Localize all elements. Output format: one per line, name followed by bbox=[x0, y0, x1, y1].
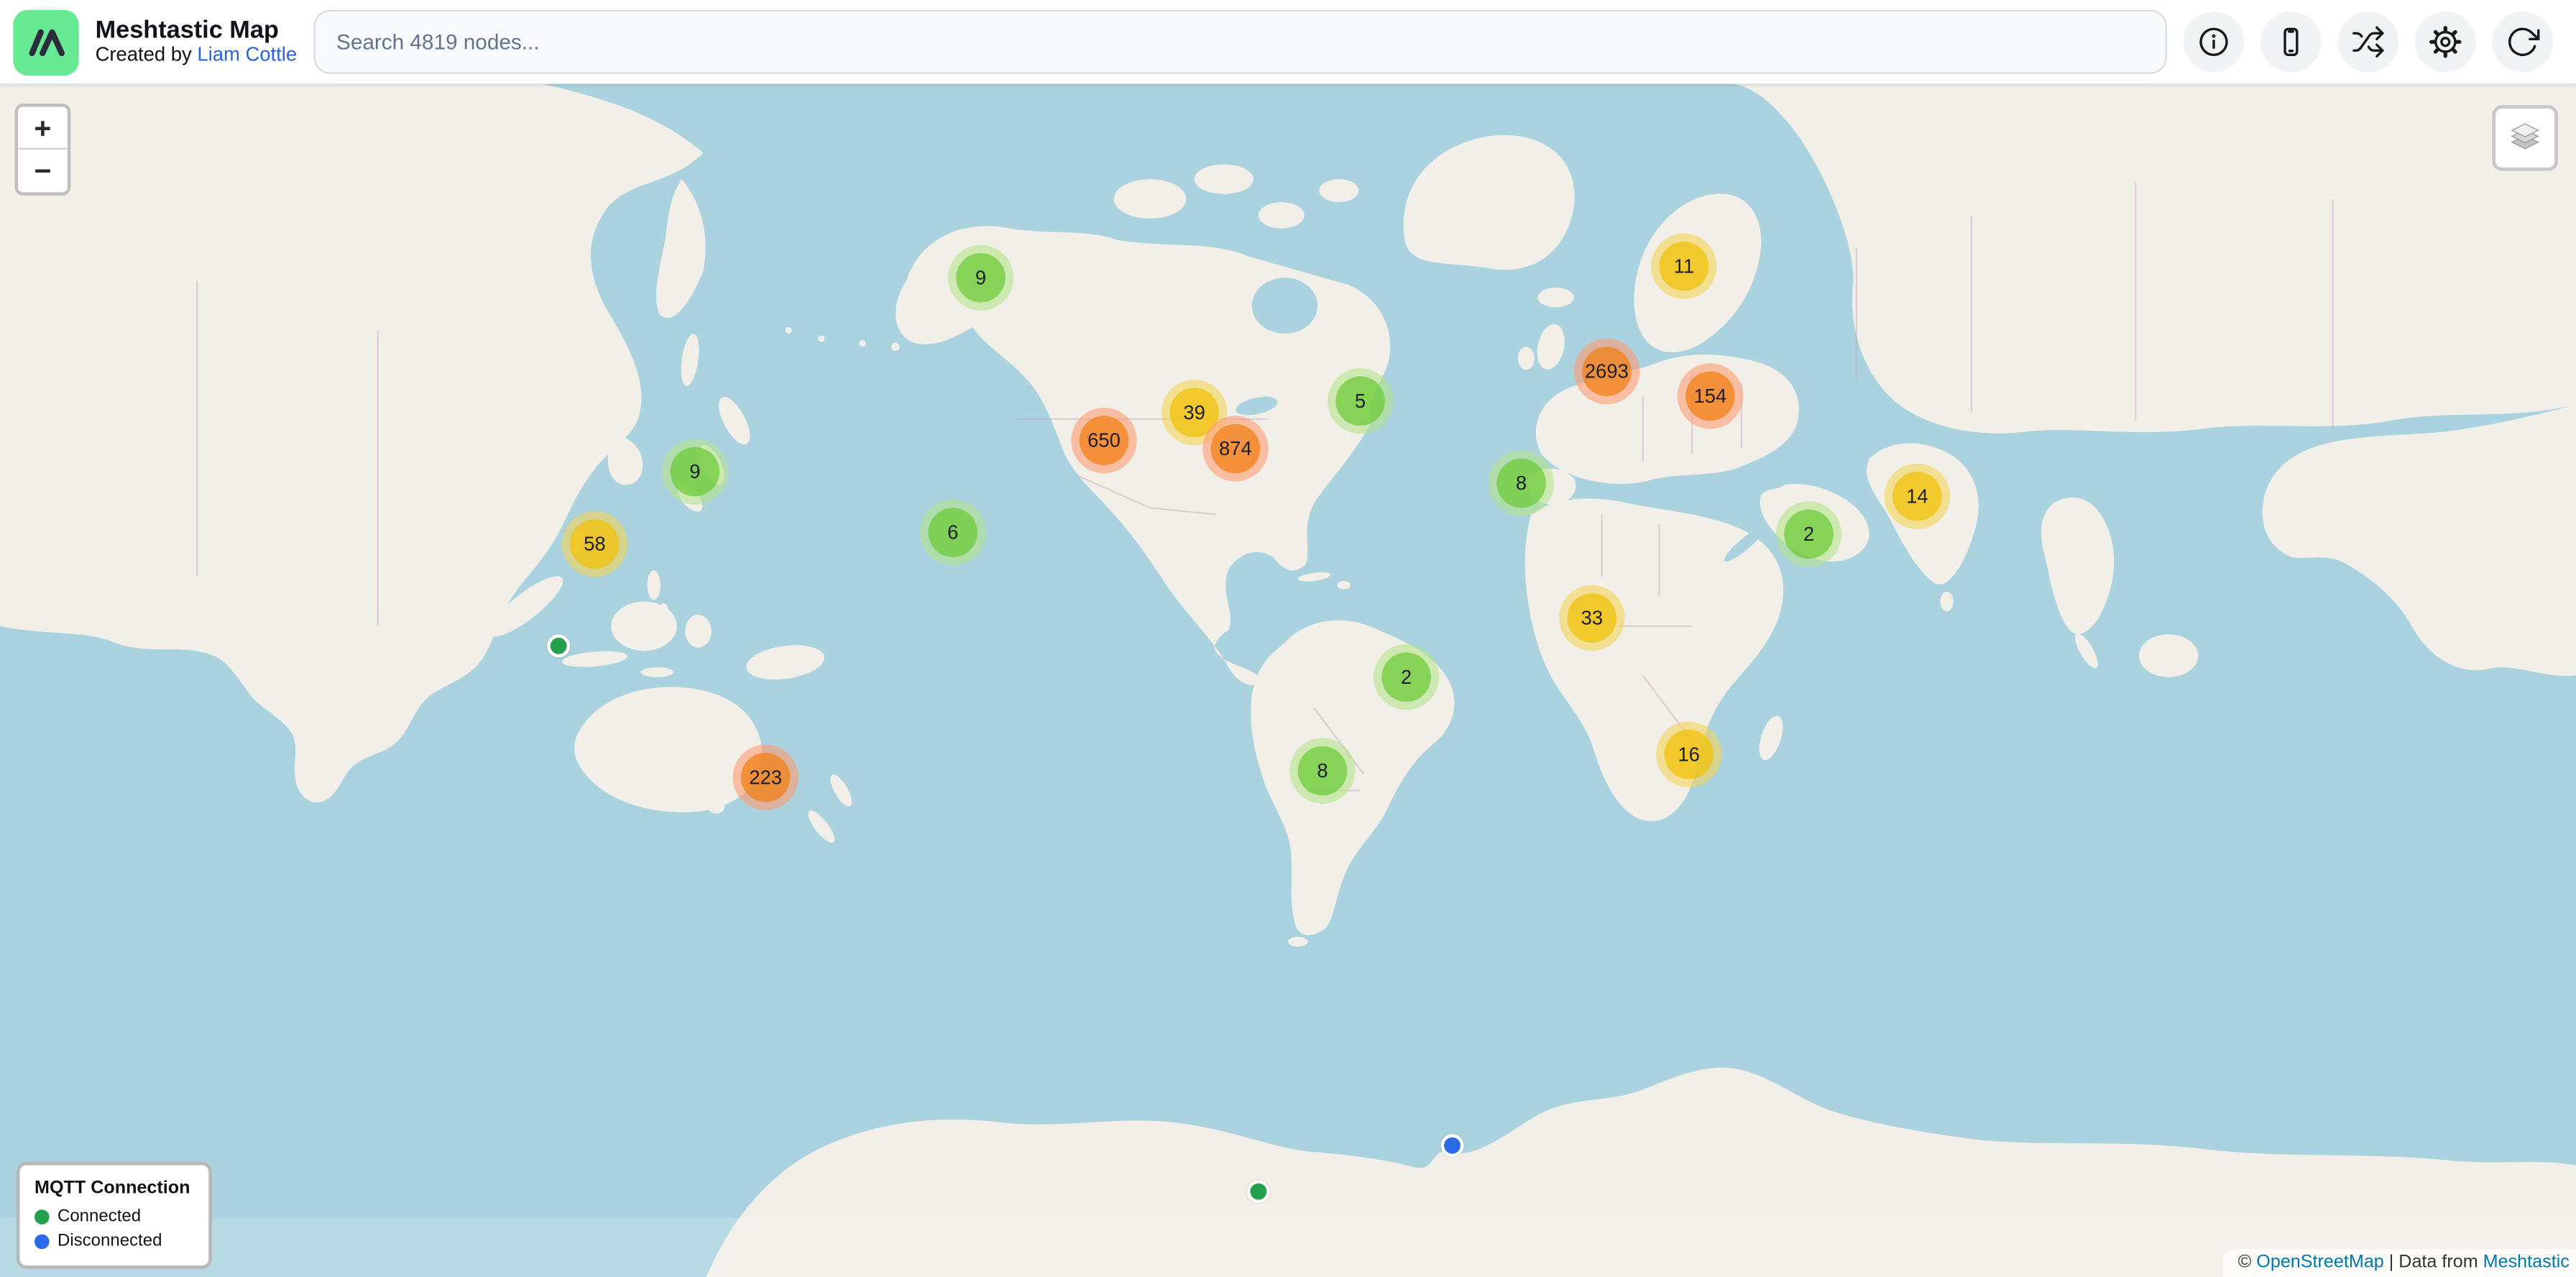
meshtastic-map-app: 9 39 650 874 5 9 58 6 2 8 223 11 2693 154 8 2 33 16 14 + −… bbox=[0, 0, 2576, 1277]
cluster-marker[interactable]: 5 bbox=[1328, 368, 1393, 434]
meshtastic-logo[interactable] bbox=[13, 9, 78, 75]
cluster-marker[interactable]: 6 bbox=[920, 500, 985, 565]
cluster-count: 2 bbox=[1401, 666, 1412, 689]
cluster-count: 6 bbox=[947, 521, 958, 544]
cluster-circle: 223 bbox=[741, 753, 791, 802]
cluster-circle: 9 bbox=[671, 447, 720, 497]
cluster-circle: 33 bbox=[1568, 593, 1617, 643]
node-marker-disconnected[interactable] bbox=[1441, 1134, 1464, 1157]
info-icon bbox=[2196, 24, 2231, 59]
cluster-circle: 874 bbox=[1211, 424, 1261, 474]
cluster-marker[interactable]: 14 bbox=[1885, 464, 1950, 529]
app-title: Meshtastic Map bbox=[96, 17, 298, 45]
app-stage: 9 39 650 874 5 9 58 6 2 8 223 11 2693 154 8 2 33 16 14 + −… bbox=[0, 0, 2576, 1277]
search-input[interactable] bbox=[313, 10, 2167, 74]
legend-item: Connected bbox=[34, 1207, 190, 1226]
cluster-circle: 14 bbox=[1892, 472, 1942, 521]
cluster-count: 154 bbox=[1694, 385, 1727, 408]
subtitle-prefix: Created by bbox=[96, 43, 198, 66]
zoom-control: + − bbox=[15, 104, 71, 196]
cluster-circle: 2 bbox=[1381, 652, 1431, 702]
cluster-count: 16 bbox=[1678, 743, 1700, 766]
legend-dot bbox=[34, 1233, 50, 1248]
meshtastic-logo-icon bbox=[18, 14, 74, 70]
refresh-button[interactable] bbox=[2492, 12, 2553, 73]
legend-label: Disconnected bbox=[58, 1231, 162, 1250]
app-subtitle: Created by Liam Cottle bbox=[96, 45, 298, 68]
attribution-middle: | Data from bbox=[2384, 1253, 2483, 1272]
cluster-marker[interactable]: 650 bbox=[1071, 408, 1136, 473]
shuffle-button[interactable] bbox=[2338, 12, 2399, 73]
zoom-out-button[interactable]: − bbox=[18, 150, 68, 192]
cluster-count: 5 bbox=[1355, 390, 1366, 413]
cluster-marker[interactable]: 11 bbox=[1651, 234, 1716, 299]
cluster-marker[interactable]: 223 bbox=[732, 744, 798, 810]
meshtastic-link[interactable]: Meshtastic bbox=[2483, 1253, 2570, 1272]
cluster-count: 2 bbox=[1803, 523, 1814, 546]
cluster-circle: 8 bbox=[1298, 746, 1348, 796]
smartphone-icon bbox=[2273, 24, 2308, 59]
cluster-count: 58 bbox=[584, 533, 606, 556]
openstreetmap-link[interactable]: OpenStreetMap bbox=[2256, 1253, 2384, 1272]
layers-control[interactable] bbox=[2492, 105, 2557, 170]
cluster-count: 9 bbox=[689, 460, 700, 483]
layers-icon bbox=[2503, 116, 2546, 159]
cluster-marker[interactable]: 8 bbox=[1289, 738, 1355, 803]
node-marker-connected[interactable] bbox=[547, 634, 570, 657]
settings-button[interactable] bbox=[2415, 12, 2476, 73]
zoom-in-button[interactable]: + bbox=[18, 107, 68, 150]
liam-cottle-link[interactable]: Liam Cottle bbox=[197, 43, 297, 66]
cluster-count: 2693 bbox=[1585, 360, 1629, 383]
cluster-count: 33 bbox=[1581, 606, 1604, 629]
cluster-circle: 11 bbox=[1660, 242, 1709, 291]
cluster-circle: 5 bbox=[1335, 376, 1385, 426]
cluster-count: 11 bbox=[1674, 255, 1695, 278]
mqtt-legend-items: Connected Disconnected bbox=[34, 1207, 190, 1251]
cluster-count: 9 bbox=[975, 266, 986, 289]
mqtt-legend-title: MQTT Connection bbox=[34, 1178, 190, 1198]
cluster-marker[interactable]: 16 bbox=[1656, 721, 1721, 787]
attribution-copyright: © bbox=[2238, 1253, 2257, 1272]
markers-layer: 9 39 650 874 5 9 58 6 2 8 223 11 2693 154 8 2 33 16 14 bbox=[0, 0, 2576, 1277]
cluster-circle: 650 bbox=[1080, 416, 1129, 465]
cluster-marker[interactable]: 2693 bbox=[1574, 339, 1639, 404]
gear-icon bbox=[2428, 24, 2462, 59]
cluster-count: 14 bbox=[1906, 485, 1928, 508]
cluster-count: 650 bbox=[1087, 429, 1121, 452]
mqtt-legend: MQTT Connection Connected Disconnected bbox=[17, 1162, 211, 1269]
cluster-circle: 2693 bbox=[1582, 347, 1632, 396]
legend-dot bbox=[34, 1209, 50, 1224]
cluster-circle: 2 bbox=[1784, 510, 1834, 559]
cluster-count: 223 bbox=[749, 766, 782, 789]
title-block: Meshtastic Map Created by Liam Cottle bbox=[96, 17, 298, 68]
legend-item: Disconnected bbox=[34, 1231, 190, 1250]
cluster-marker[interactable]: 58 bbox=[562, 511, 627, 577]
cluster-count: 39 bbox=[1183, 401, 1205, 424]
legend-label: Connected bbox=[58, 1207, 141, 1226]
cluster-circle: 9 bbox=[956, 253, 1006, 303]
cluster-circle: 6 bbox=[928, 508, 978, 557]
cluster-marker[interactable]: 33 bbox=[1559, 585, 1624, 651]
cluster-marker[interactable]: 8 bbox=[1489, 450, 1554, 516]
mobile-app-button[interactable] bbox=[2260, 12, 2322, 73]
top-bar: Meshtastic Map Created by Liam Cottle bbox=[0, 0, 2576, 84]
map-attribution: © OpenStreetMap | Data from Meshtastic bbox=[2223, 1249, 2576, 1277]
cluster-circle: 154 bbox=[1685, 372, 1735, 421]
cluster-marker[interactable]: 154 bbox=[1678, 363, 1743, 429]
shuffle-icon bbox=[2351, 24, 2386, 59]
node-marker-connected[interactable] bbox=[1247, 1180, 1270, 1203]
cluster-count: 8 bbox=[1317, 759, 1328, 782]
cluster-marker[interactable]: 9 bbox=[662, 439, 727, 504]
cluster-marker[interactable]: 9 bbox=[948, 245, 1013, 311]
cluster-marker[interactable]: 874 bbox=[1202, 416, 1268, 481]
cluster-marker[interactable]: 2 bbox=[1776, 501, 1841, 567]
cluster-count: 874 bbox=[1219, 437, 1252, 460]
cluster-count: 8 bbox=[1516, 472, 1527, 495]
cluster-circle: 16 bbox=[1664, 730, 1714, 779]
info-button[interactable] bbox=[2184, 12, 2245, 73]
cluster-circle: 58 bbox=[570, 519, 620, 569]
cluster-marker[interactable]: 2 bbox=[1374, 644, 1439, 710]
refresh-icon bbox=[2506, 24, 2540, 59]
cluster-circle: 8 bbox=[1496, 459, 1546, 508]
